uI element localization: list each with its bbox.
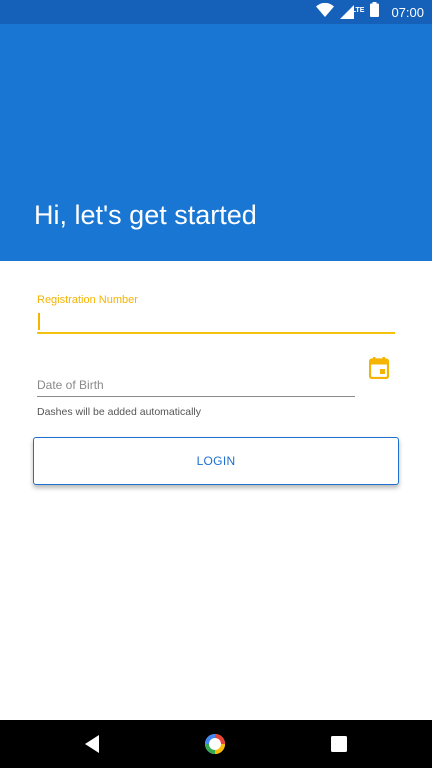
status-time: 07:00 — [391, 4, 424, 20]
header-banner: Hi, let's get started — [0, 24, 432, 261]
status-bar: LTE 07:00 — [0, 0, 432, 24]
page-title: Hi, let's get started — [34, 200, 257, 230]
login-button[interactable]: LOGIN — [33, 437, 399, 485]
registration-number-label: Registration Number — [37, 294, 138, 306]
registration-number-field[interactable] — [37, 310, 395, 334]
navigation-bar — [0, 720, 432, 768]
calendar-icon — [368, 356, 390, 384]
back-icon[interactable] — [82, 733, 104, 755]
battery-icon — [370, 2, 380, 22]
recents-icon[interactable] — [331, 736, 347, 752]
date-of-birth-hint: Dashes will be added automatically — [37, 406, 202, 418]
network-type-label: LTE — [351, 7, 365, 14]
date-of-birth-field[interactable] — [37, 373, 355, 397]
home-icon[interactable] — [203, 732, 227, 756]
wifi-icon — [315, 2, 334, 22]
text-cursor — [38, 313, 40, 330]
cell-signal-icon: LTE — [339, 5, 365, 19]
calendar-button[interactable] — [366, 356, 392, 384]
status-icons: LTE 07:00 — [315, 0, 424, 24]
